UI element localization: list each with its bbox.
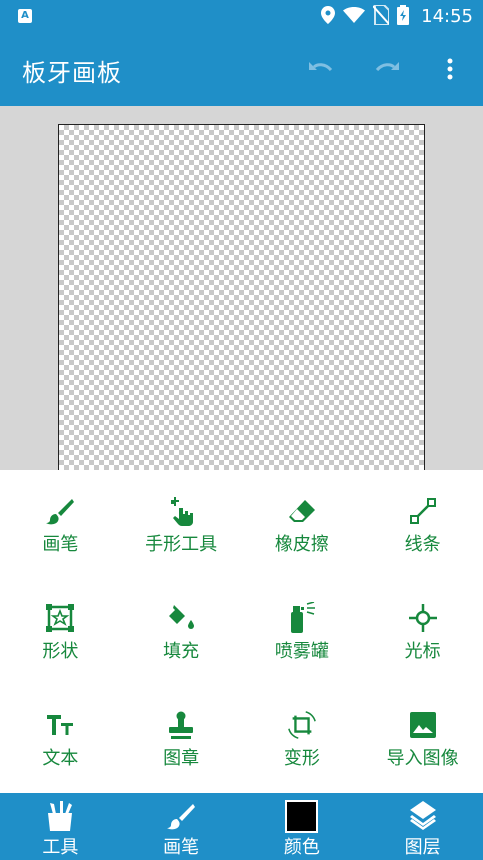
nav-brush[interactable]: 画笔 bbox=[121, 793, 242, 860]
battery-charging-icon bbox=[397, 4, 410, 29]
text-icon bbox=[45, 710, 75, 740]
more-vert-icon bbox=[447, 58, 453, 80]
tool-label: 光标 bbox=[404, 641, 441, 662]
nav-label: 工具 bbox=[42, 837, 79, 858]
hand-tool-icon bbox=[166, 496, 196, 526]
tool-stamp[interactable]: 图章 bbox=[121, 684, 242, 793]
tool-text[interactable]: 文本 bbox=[0, 684, 121, 793]
redo-icon bbox=[375, 62, 399, 72]
tool-label: 填充 bbox=[163, 641, 200, 662]
nav-label: 颜色 bbox=[283, 837, 320, 858]
tools-icon bbox=[43, 799, 77, 833]
tool-import-image[interactable]: 导入图像 bbox=[362, 684, 483, 793]
nav-layers[interactable]: 图层 bbox=[362, 793, 483, 860]
spray-can-icon bbox=[287, 602, 317, 633]
app-bar: 板牙画板 bbox=[0, 33, 483, 106]
canvas-area bbox=[0, 106, 483, 470]
undo-button[interactable] bbox=[307, 54, 337, 84]
tool-cursor[interactable]: 光标 bbox=[362, 577, 483, 684]
cursor-icon bbox=[408, 603, 438, 633]
tool-panel: 画笔 手形工具 橡皮擦 线条 形状 填充 喷雾罐 光标 文本 图章 变形 导入图… bbox=[0, 470, 483, 793]
tool-label: 手形工具 bbox=[145, 534, 218, 555]
nav-label: 图层 bbox=[404, 837, 441, 858]
drawing-canvas[interactable] bbox=[58, 124, 425, 470]
nav-color[interactable]: 颜色 bbox=[242, 793, 363, 860]
tool-label: 线条 bbox=[404, 534, 441, 555]
status-time: 14:55 bbox=[421, 6, 473, 27]
redo-button[interactable] bbox=[371, 54, 401, 84]
app-actions bbox=[307, 51, 465, 87]
current-color-swatch bbox=[285, 799, 319, 833]
tool-line[interactable]: 线条 bbox=[362, 470, 483, 577]
color-swatch-wrapper bbox=[285, 799, 319, 833]
brush-icon bbox=[164, 799, 198, 833]
notification-icon: A bbox=[18, 9, 32, 23]
line-icon bbox=[408, 496, 438, 526]
fill-bucket-icon bbox=[166, 603, 196, 633]
status-icons: 14:55 bbox=[321, 0, 473, 33]
tool-grid: 画笔 手形工具 橡皮擦 线条 形状 填充 喷雾罐 光标 文本 图章 变形 导入图… bbox=[0, 470, 483, 793]
tool-hand[interactable]: 手形工具 bbox=[121, 470, 242, 577]
stamp-icon bbox=[166, 710, 196, 740]
transform-icon bbox=[287, 710, 317, 740]
no-sim-icon bbox=[372, 3, 391, 29]
tool-label: 变形 bbox=[283, 748, 320, 769]
eraser-icon bbox=[287, 496, 317, 526]
tool-shape[interactable]: 形状 bbox=[0, 577, 121, 684]
brush-icon bbox=[45, 496, 75, 526]
more-options-button[interactable] bbox=[435, 54, 465, 84]
nav-tools[interactable]: 工具 bbox=[0, 793, 121, 860]
nav-label: 画笔 bbox=[163, 837, 200, 858]
tool-eraser[interactable]: 橡皮擦 bbox=[242, 470, 363, 577]
app-title: 板牙画板 bbox=[22, 59, 122, 87]
bottom-nav: 工具 画笔 颜色 图层 bbox=[0, 793, 483, 860]
tool-label: 画笔 bbox=[42, 534, 79, 555]
shape-icon bbox=[45, 603, 75, 633]
status-bar: A 14:55 bbox=[0, 0, 483, 33]
tool-brush[interactable]: 画笔 bbox=[0, 470, 121, 577]
undo-icon bbox=[309, 62, 333, 72]
tool-label: 导入图像 bbox=[386, 748, 459, 769]
tool-fill[interactable]: 填充 bbox=[121, 577, 242, 684]
tool-transform[interactable]: 变形 bbox=[242, 684, 363, 793]
tool-label: 图章 bbox=[163, 748, 200, 769]
tool-label: 喷雾罐 bbox=[274, 641, 329, 662]
tool-label: 橡皮擦 bbox=[274, 534, 329, 555]
location-icon bbox=[321, 5, 336, 28]
layers-icon bbox=[406, 799, 440, 833]
tool-spray[interactable]: 喷雾罐 bbox=[242, 577, 363, 684]
tool-label: 形状 bbox=[42, 641, 79, 662]
tool-label: 文本 bbox=[42, 748, 79, 769]
import-image-icon bbox=[408, 710, 438, 740]
wifi-icon bbox=[343, 6, 366, 27]
